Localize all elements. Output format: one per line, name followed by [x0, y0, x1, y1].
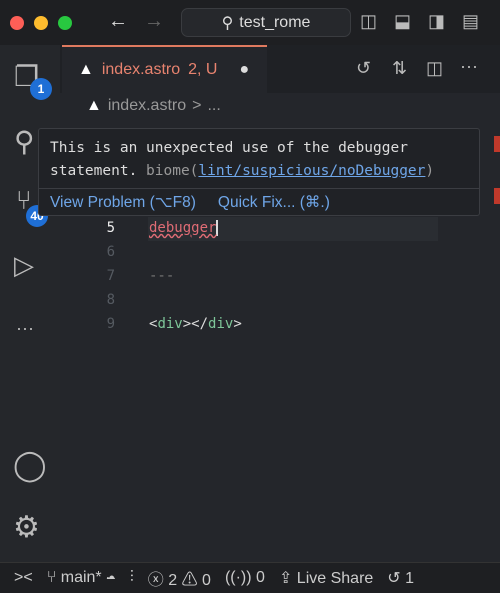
history-icon: ↺	[387, 570, 401, 587]
branch-item[interactable]: ⑂ main* ☁	[47, 569, 116, 587]
problems-item[interactable]: ⓧ 2 ⚠ 0	[148, 566, 211, 590]
scrollbar-error-marker	[494, 188, 500, 204]
maximize-window-button[interactable]	[58, 16, 72, 30]
publish-cloud-icon: ☁	[106, 569, 116, 586]
broadcast-icon: ((·))	[224, 569, 252, 586]
diagnostic-message: This is an unexpected use of the debugge…	[39, 129, 479, 189]
line-number: 6	[106, 244, 115, 260]
history-item[interactable]: ↺ 1	[387, 568, 414, 588]
live-share-icon: ⇪	[278, 570, 293, 587]
split-editor-icon[interactable]: ◫	[426, 58, 443, 79]
code-line-div[interactable]: <div></div>	[149, 316, 242, 332]
git-graph-icon[interactable]: ⫶	[130, 569, 134, 587]
status-bar: >< ⑂ main* ☁ ⫶ ⓧ 2 ⚠ 0 ((·)) 0 ⇪ Live Sh…	[0, 562, 500, 593]
breadcrumb: ▲ index.astro > ...	[86, 97, 221, 114]
astro-file-icon: ▲	[78, 61, 94, 78]
forward-arrow-icon[interactable]: →	[144, 10, 164, 33]
activity-bar	[0, 45, 60, 562]
close-window-button[interactable]	[10, 16, 24, 30]
search-icon: ⚲	[221, 14, 234, 32]
quick-fix-link[interactable]: Quick Fix... (⌘.)	[218, 193, 330, 212]
astro-file-icon: ▲	[86, 97, 102, 114]
remote-icon[interactable]: ><	[14, 569, 33, 587]
rule-link[interactable]: lint/suspicious/noDebugger	[198, 163, 425, 179]
line-number: 7	[106, 268, 115, 284]
scrollbar-error-marker	[494, 136, 500, 152]
line-number: 8	[106, 292, 115, 308]
toggle-panel-icon[interactable]: ⬓	[394, 11, 411, 32]
account-icon[interactable]: ◯	[13, 448, 47, 483]
more-actions-icon[interactable]: ···	[460, 56, 478, 77]
error-icon: ⓧ	[147, 572, 164, 589]
view-problem-link[interactable]: View Problem (⌥F8)	[50, 193, 196, 212]
branch-icon: ⑂	[46, 569, 57, 586]
command-center-search[interactable]: ⚲ test_rome	[181, 8, 351, 37]
more-icon[interactable]: ···	[16, 318, 34, 339]
run-debug-icon[interactable]: ▷	[14, 250, 34, 281]
code-line-debugger[interactable]: debugger	[149, 220, 219, 236]
editor[interactable]	[60, 45, 500, 562]
live-share-item[interactable]: ⇪ Live Share	[279, 568, 373, 588]
settings-gear-icon[interactable]: ⚙	[13, 510, 40, 545]
back-arrow-icon[interactable]: ←	[108, 10, 128, 33]
toggle-secondary-sidebar-icon[interactable]: ◨	[428, 11, 445, 32]
line-number: 9	[106, 316, 115, 332]
line-number: 5	[106, 220, 115, 236]
ports-item[interactable]: ((·)) 0	[225, 569, 265, 587]
customize-layout-icon[interactable]: ▤	[462, 11, 479, 32]
compare-changes-icon[interactable]: ⇅	[392, 58, 407, 79]
toggle-sidebar-icon[interactable]: ◫	[360, 11, 377, 32]
diagnostic-hover: This is an unexpected use of the debugge…	[38, 128, 480, 216]
search-sidebar-icon[interactable]: ⚲	[14, 125, 35, 158]
minimize-window-button[interactable]	[34, 16, 48, 30]
timeline-history-icon[interactable]: ↺	[356, 58, 371, 79]
code-line-frontmatter[interactable]: ---	[149, 268, 174, 284]
tab-index-astro[interactable]: ▲ index.astro 2, U ●	[62, 45, 267, 93]
explorer-badge: 1	[30, 78, 52, 100]
warning-icon: ⚠	[181, 572, 198, 589]
unsaved-dot-icon[interactable]: ●	[239, 61, 249, 79]
